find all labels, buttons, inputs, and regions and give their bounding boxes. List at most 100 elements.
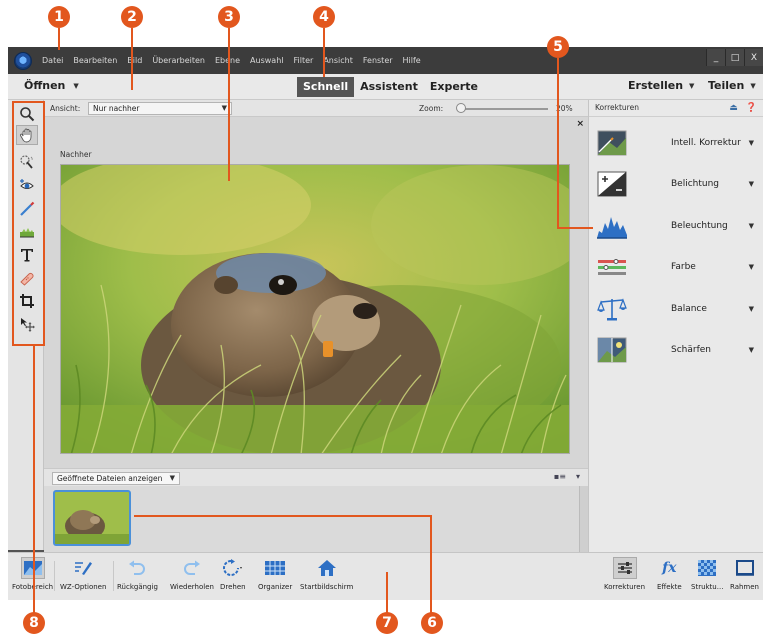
share-button[interactable]: Teilen ▼: [708, 79, 756, 92]
chevron-down-icon: ▼: [748, 305, 754, 313]
leader-line-8-box-top: [12, 101, 45, 103]
separator: [54, 561, 55, 591]
home-screen-button[interactable]: Startbildschirm: [300, 557, 353, 591]
tab-guided[interactable]: Assistent: [354, 77, 424, 97]
quick-selection-tool[interactable]: [16, 152, 38, 172]
frames-button[interactable]: Rahmen: [730, 557, 759, 591]
menu-bar: Datei Bearbeiten Bild Überarbeiten Ebene…: [8, 47, 763, 74]
zoom-slider-track[interactable]: [462, 108, 548, 110]
adjustment-balance[interactable]: Balance ▼: [589, 294, 763, 324]
spot-healing-icon: [20, 273, 34, 286]
share-button-label: Teilen: [708, 79, 745, 92]
photo-thumbnail[interactable]: [53, 490, 131, 546]
lighting-icon: [597, 217, 627, 239]
exposure-icon: [597, 171, 627, 197]
menu-item-filter[interactable]: Filter: [294, 56, 314, 65]
zoom-label: Zoom:: [419, 104, 444, 113]
create-button-label: Erstellen: [628, 79, 684, 92]
adjustment-exposure[interactable]: Belichtung ▼: [589, 169, 763, 199]
frames-label: Rahmen: [730, 583, 759, 591]
chevron-down-icon: ▼: [748, 139, 754, 147]
bin-menu-icon[interactable]: ▪≡: [554, 472, 566, 481]
callout-1: 1: [48, 6, 70, 28]
chevron-down-icon[interactable]: ▾: [576, 472, 580, 481]
tab-expert[interactable]: Experte: [424, 77, 484, 97]
rotate-button[interactable]: Drehen: [220, 557, 246, 591]
chevron-down-icon: ▼: [750, 81, 756, 90]
adjustment-sharpen[interactable]: Schärfen ▼: [589, 335, 763, 365]
menu-item-image[interactable]: Bild: [127, 56, 142, 65]
text-tool[interactable]: [16, 245, 38, 265]
photo-bin-actions: ▪≡ ▾: [554, 472, 580, 481]
menu-item-select[interactable]: Auswahl: [250, 56, 283, 65]
leader-line-8-vertical: [33, 345, 35, 613]
organizer-button[interactable]: Organizer: [258, 557, 292, 591]
create-button[interactable]: Erstellen ▼: [628, 79, 694, 92]
maximize-button[interactable]: □: [725, 49, 744, 66]
adjustment-lighting[interactable]: Beleuchtung ▼: [589, 211, 763, 241]
open-button[interactable]: Öffnen ▼: [24, 79, 79, 92]
undo-label: Rückgängig: [117, 583, 158, 591]
effects-button[interactable]: fx Effekte: [657, 557, 682, 591]
mode-tabs: Schnell Assistent Experte: [297, 77, 484, 97]
leader-line-1: [58, 28, 60, 50]
redo-icon: [180, 557, 204, 579]
menu-item-edit[interactable]: Bearbeiten: [73, 56, 117, 65]
smart-fix-icon: [597, 130, 627, 156]
whiten-teeth-tool[interactable]: [16, 199, 38, 219]
rotate-label: Drehen: [220, 583, 246, 591]
callout-5: 5: [547, 36, 569, 58]
panel-header-actions: ⏏ ❓: [729, 100, 757, 116]
callout-3: 3: [218, 6, 240, 28]
tool-options-button[interactable]: WZ-Optionen: [60, 557, 106, 591]
zoom-tool[interactable]: [16, 104, 38, 124]
callout-number: 1: [54, 9, 64, 25]
adjustments-panel: Korrekturen ⏏ ❓ Intell. Korrektur ▼ Beli…: [588, 100, 763, 552]
red-eye-icon: [20, 179, 34, 189]
home-icon: [315, 557, 339, 579]
adjustment-smart-fix[interactable]: Intell. Korrektur ▼: [589, 128, 763, 158]
redo-label: Wiederholen: [170, 583, 214, 591]
zoom-slider-handle[interactable]: [456, 103, 466, 113]
menu-item-enhance[interactable]: Überarbeiten: [152, 56, 205, 65]
chevron-down-icon: ▼: [221, 104, 227, 112]
view-label: Ansicht:: [50, 104, 81, 113]
view-select[interactable]: Nur nachher ▼: [88, 102, 232, 115]
chevron-down-icon: ▼: [73, 81, 79, 90]
straighten-icon: [20, 228, 34, 238]
leader-line-2: [131, 28, 133, 90]
photo-bin-scrollbar[interactable]: [579, 486, 588, 552]
effects-icon: fx: [662, 560, 677, 576]
menu-item-file[interactable]: Datei: [42, 56, 63, 65]
adjustment-label: Farbe: [671, 262, 696, 272]
adjustments-icon: [612, 557, 637, 579]
red-eye-tool[interactable]: [16, 175, 38, 195]
menu-item-help[interactable]: Hilfe: [403, 56, 421, 65]
undo-button[interactable]: Rückgängig: [117, 557, 158, 591]
menu-item-view[interactable]: Ansicht: [323, 56, 353, 65]
adjustment-color[interactable]: Farbe ▼: [589, 252, 763, 282]
marmot-photo[interactable]: [60, 164, 570, 454]
straighten-tool[interactable]: [16, 222, 38, 242]
hand-icon: [20, 128, 32, 143]
menu-item-window[interactable]: Fenster: [363, 56, 393, 65]
tab-quick[interactable]: Schnell: [297, 77, 355, 97]
spot-healing-tool[interactable]: [16, 268, 38, 288]
close-window-button[interactable]: X: [744, 49, 763, 66]
redo-button[interactable]: Wiederholen: [170, 557, 214, 591]
reset-icon[interactable]: ⏏: [729, 100, 738, 116]
adjustments-button[interactable]: Korrekturen: [604, 557, 645, 591]
move-tool[interactable]: [16, 314, 38, 334]
after-caption: Nachher: [60, 150, 92, 159]
hand-tool[interactable]: [16, 125, 38, 145]
callout-number: 3: [224, 9, 234, 25]
quick-selection-icon: [20, 155, 33, 169]
help-icon[interactable]: ❓: [746, 100, 757, 116]
minimize-button[interactable]: _: [706, 49, 725, 66]
canvas-area: × Nachher: [44, 117, 588, 468]
chevron-down-icon: ▼: [748, 346, 754, 354]
close-icon[interactable]: ×: [576, 119, 584, 129]
textures-button[interactable]: Struktu...: [691, 557, 723, 591]
crop-tool[interactable]: [16, 291, 38, 311]
open-files-select[interactable]: Geöffnete Dateien anzeigen ▼: [52, 472, 180, 485]
